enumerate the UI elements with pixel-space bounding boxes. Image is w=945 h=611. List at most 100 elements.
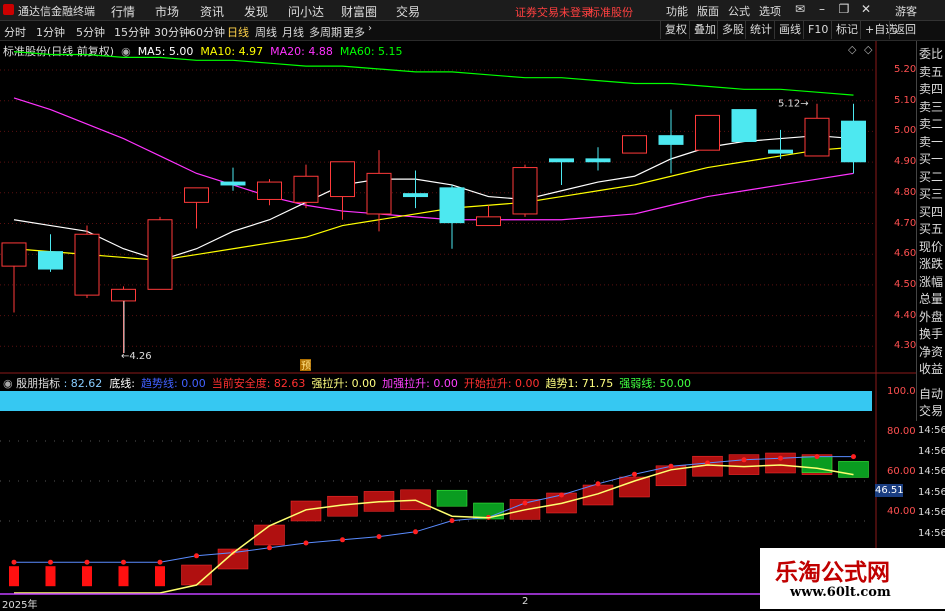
candle-body: [184, 187, 209, 203]
indicator-dot: [668, 463, 674, 469]
kline-chart[interactable]: 5.12→ ←4.26 预: [0, 41, 916, 609]
indicator-red-bar: [582, 484, 614, 506]
menu-xuanxiang[interactable]: 选项: [759, 3, 781, 19]
side-panel-item[interactable]: 买三: [919, 185, 945, 202]
side-panel-item[interactable]: 卖三: [919, 98, 945, 115]
toolbar-fuquan[interactable]: 复权: [660, 21, 691, 39]
indicator-dot: [413, 529, 418, 535]
menu-jiaoyi[interactable]: 交易: [396, 3, 420, 20]
indicator-axis-label: 40.00: [887, 506, 916, 517]
candle-body: [220, 181, 246, 186]
indicator-item: 底线:: [109, 377, 136, 390]
more-chevron-icon[interactable]: ›: [368, 23, 372, 34]
date-label: 2: [522, 596, 529, 607]
ma10-line: [13, 146, 854, 261]
candle-body: [366, 172, 392, 215]
side-panel-item[interactable]: 外盘: [919, 308, 945, 325]
tab-daily[interactable]: 日线: [227, 24, 249, 40]
indicator-item: 当前安全度: 82.63: [211, 377, 306, 390]
menu-gongneng[interactable]: 功能: [666, 3, 688, 19]
menu-faxian[interactable]: 发现: [244, 3, 268, 20]
indicator-time-label: 14:56: [918, 466, 945, 477]
guest-label[interactable]: 游客: [895, 3, 917, 19]
price-axis-label: 5.10: [894, 94, 917, 106]
candle-body: [549, 158, 574, 163]
tab-more[interactable]: 更多: [343, 24, 365, 40]
indicator-dot: [267, 545, 272, 551]
yu-marker: 预: [301, 360, 311, 372]
indicator-settings-icon[interactable]: ◉: [3, 377, 16, 390]
side-panel-item[interactable]: 卖四: [919, 80, 945, 97]
menu-hangqing[interactable]: 行情: [111, 3, 135, 20]
menu-banmian[interactable]: 版面: [697, 3, 719, 19]
side-panel-item[interactable]: 收益: [919, 360, 945, 377]
candle-body: [38, 251, 63, 270]
candle-body: [658, 135, 684, 145]
side-panel-item[interactable]: 卖五: [919, 63, 945, 80]
notice-stock: 标准股份: [589, 6, 633, 19]
tab-fenshi[interactable]: 分时: [4, 24, 26, 40]
tab-60min[interactable]: 60分钟: [189, 24, 225, 40]
indicator-red-bar: [254, 524, 285, 546]
indicator-name[interactable]: 殷朋指标: [16, 377, 60, 390]
side-panel-item[interactable]: 涨跌: [919, 255, 945, 272]
tab-multi-period[interactable]: 多周期: [309, 24, 342, 40]
toolbar-tongji[interactable]: 统计: [745, 21, 776, 39]
menu-gongshi[interactable]: 公式: [728, 3, 750, 19]
indicator-dot: [11, 559, 17, 565]
candle-body: [74, 233, 100, 296]
side-panel-item[interactable]: 买五: [919, 220, 945, 237]
tab-weekly[interactable]: 周线: [255, 24, 277, 40]
side-panel-item[interactable]: 买一: [919, 150, 945, 167]
side-panel-lower-item[interactable]: 交易: [919, 402, 945, 419]
indicator-red-bar: [9, 566, 19, 587]
minimize-icon[interactable]: –: [814, 2, 830, 17]
menu-caifuquan[interactable]: 财富圈: [341, 3, 377, 20]
tab-5min[interactable]: 5分钟: [76, 24, 105, 40]
side-panel-item[interactable]: 卖二: [919, 115, 945, 132]
high-annotation: 5.12→: [778, 98, 809, 109]
tab-30min[interactable]: 30分钟: [154, 24, 190, 40]
side-panel-item[interactable]: 涨幅: [919, 273, 945, 290]
side-panel-item[interactable]: 卖一: [919, 133, 945, 150]
indicator-red-bar: [290, 500, 322, 522]
side-panel-item[interactable]: 总量: [919, 290, 945, 307]
side-panel-item[interactable]: 买二: [919, 168, 945, 185]
tab-15min[interactable]: 15分钟: [114, 24, 150, 40]
restore-icon[interactable]: ❐: [836, 2, 852, 17]
menu-wenxiaoda[interactable]: 问小达: [288, 3, 324, 20]
indicator-info-line: ◉ 殷朋指标 : 82.62 底线: 趋势线: 0.00 当前安全度: 82.63 强…: [3, 375, 697, 391]
candle-body: [731, 109, 757, 142]
tab-monthly[interactable]: 月线: [282, 24, 304, 40]
toolbar-back[interactable]: 返回: [889, 21, 920, 39]
toolbar-diejia[interactable]: 叠加: [689, 21, 720, 39]
indicator-item: 趋势1: 71.75: [545, 377, 614, 390]
login-notice[interactable]: 证券交易未登录: [515, 4, 592, 20]
toolbar-f10[interactable]: F10: [803, 21, 832, 39]
indicator-dot: [851, 454, 856, 460]
toolbar-huaxian[interactable]: 画线: [774, 21, 805, 39]
toolbar-biaoji[interactable]: 标记: [831, 21, 862, 39]
close-icon[interactable]: ✕: [858, 2, 874, 17]
indicator-dot: [303, 540, 309, 546]
candle-body: [622, 135, 647, 154]
side-panel-item[interactable]: 委比: [919, 45, 945, 62]
message-icon[interactable]: ✉: [792, 2, 808, 17]
menu-zixun[interactable]: 资讯: [200, 3, 224, 20]
tab-1min[interactable]: 1分钟: [36, 24, 65, 40]
side-panel-item[interactable]: 换手: [919, 325, 945, 342]
indicator-red-bar: [118, 566, 129, 587]
price-axis-label: 4.60: [894, 248, 917, 260]
toolbar-duogu[interactable]: 多股: [717, 21, 748, 39]
indicator-time-label: 14:56: [918, 445, 945, 457]
candle-body: [293, 175, 319, 203]
side-panel-item[interactable]: 净资: [919, 343, 945, 360]
price-axis-label: 4.80: [894, 186, 917, 198]
menu-shichang[interactable]: 市场: [155, 3, 179, 20]
app-title: 通达信金融终端: [18, 5, 95, 18]
indicator-dot: [522, 500, 528, 506]
side-panel-item[interactable]: 现价: [919, 238, 945, 255]
side-panel-item[interactable]: 买四: [919, 203, 945, 220]
side-panel-lower-item[interactable]: 自动: [919, 385, 945, 402]
indicator-yellow-line: [14, 464, 854, 594]
